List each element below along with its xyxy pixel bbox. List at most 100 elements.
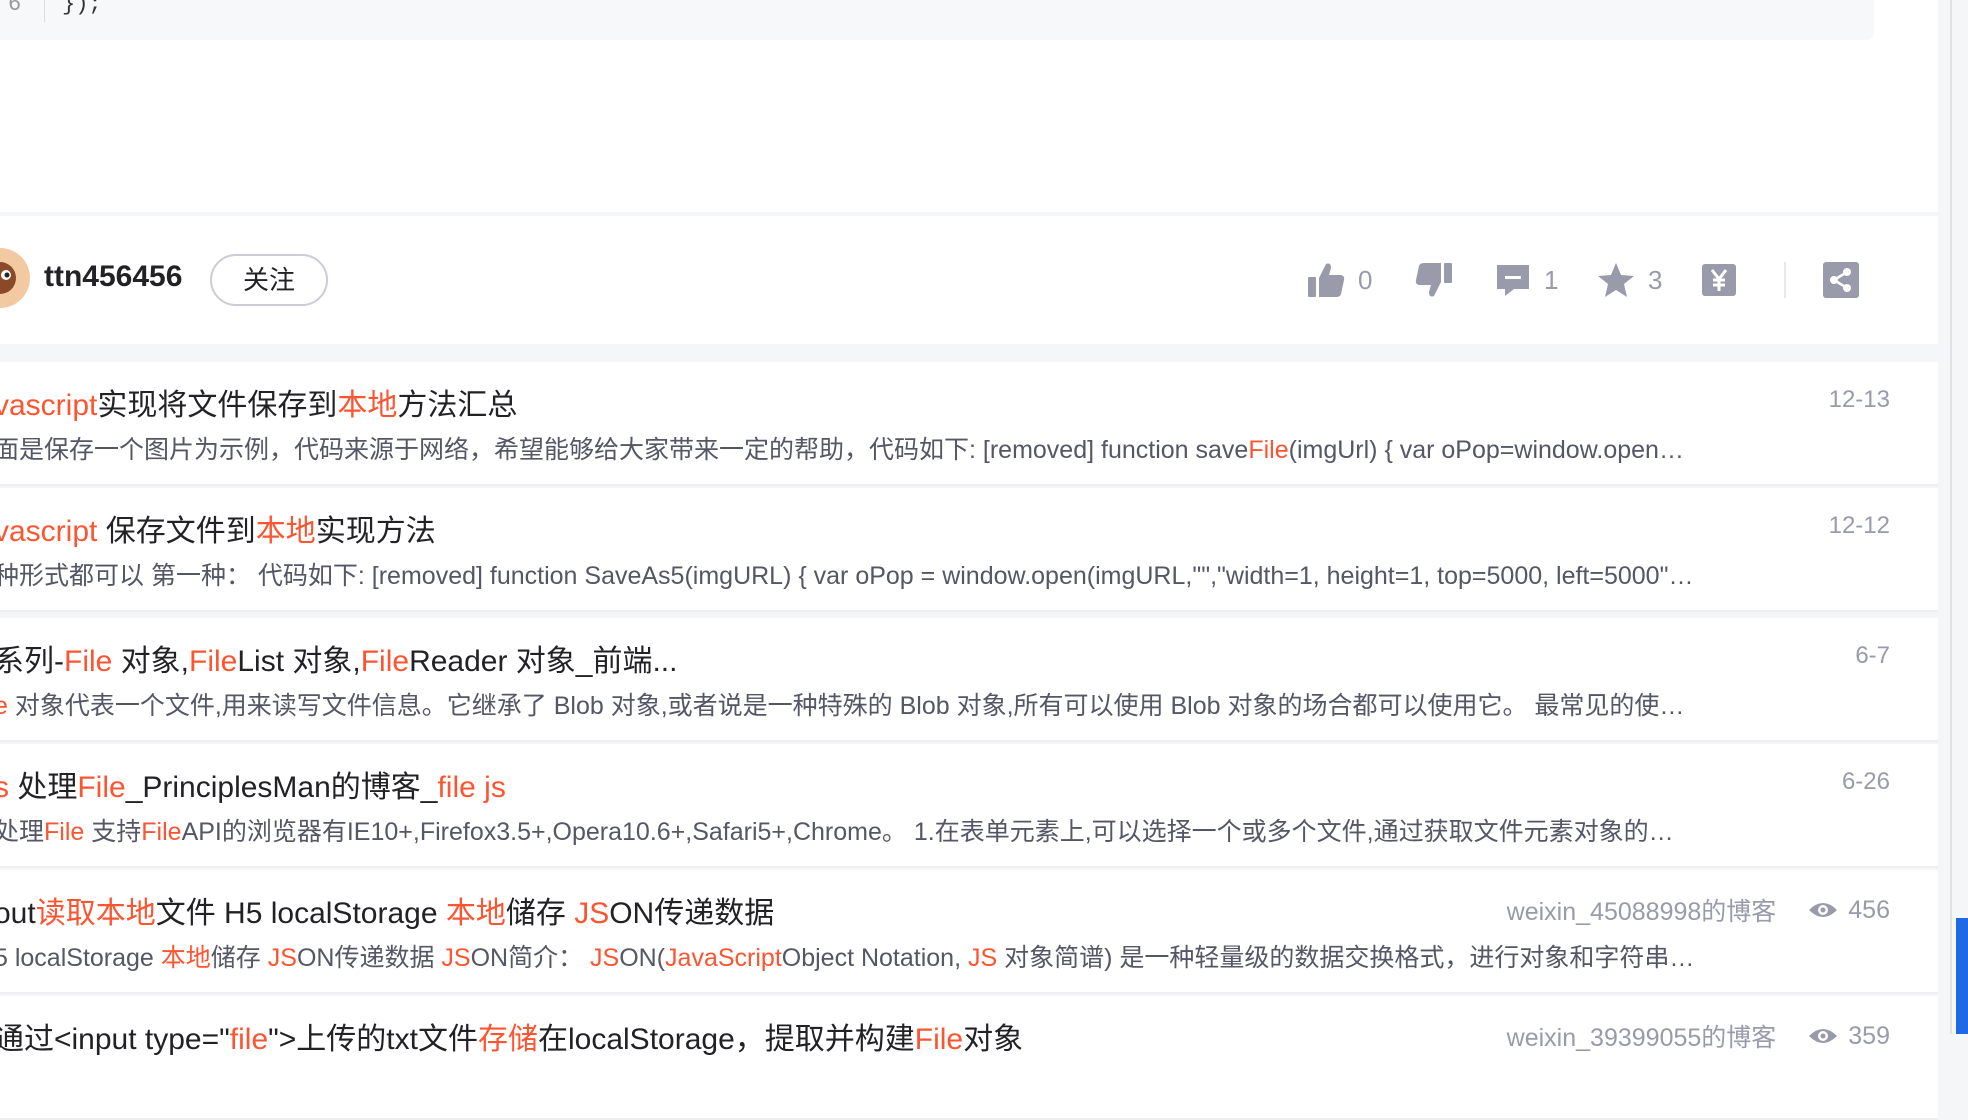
item-title-link[interactable]: vascript实现将文件保存到本地方法汇总	[0, 380, 517, 424]
text-segment: 对象,	[112, 645, 190, 678]
share-button[interactable]	[1822, 260, 1860, 300]
like-button[interactable]: 0	[1306, 260, 1372, 300]
list-item[interactable]: s 处理File_PrinciplesMan的博客_file js 处理File…	[0, 744, 1938, 868]
highlight-keyword: file js	[437, 771, 506, 804]
highlight-keyword: JS	[441, 944, 471, 972]
text-segment: ON简介：	[470, 944, 591, 972]
view-count: 359	[1848, 1021, 1890, 1050]
list-item[interactable]: vascript实现将文件保存到本地方法汇总面是保存一个图片为示例，代码来源于网…	[0, 362, 1938, 486]
view-count: 456	[1848, 895, 1890, 924]
highlight-keyword: File	[1248, 436, 1289, 464]
avatar-image	[0, 248, 30, 308]
item-source[interactable]: weixin_45088998的博客	[1507, 892, 1777, 928]
page: 6 }); ttn456456 关注 0 1 3 vascript实现将文件保存…	[0, 0, 1968, 1120]
highlight-keyword: File	[44, 818, 85, 846]
text-segment: 5 localStorage	[0, 944, 161, 972]
text-segment: 储存	[210, 944, 268, 972]
text-segment: 对象简谱) 是一种轻量级的数据交换格式，进行对象和字符串…	[997, 944, 1695, 972]
item-description[interactable]: 种形式都可以 第一种： 代码如下: [removed] function Sav…	[0, 556, 1890, 592]
highlight-keyword: 本地	[337, 389, 398, 422]
text-segment: 文件 H5 localStorage	[155, 897, 446, 930]
comment-button[interactable]: 1	[1494, 260, 1558, 300]
text-segment: ON传递数据	[296, 944, 442, 972]
item-description[interactable]: 面是保存一个图片为示例，代码来源于网络，希望能够给大家带来一定的帮助，代码如下:…	[0, 430, 1890, 466]
item-source[interactable]: weixin_39399055的博客	[1507, 1018, 1777, 1054]
code-line: });	[62, 0, 102, 17]
scrollbar-track[interactable]	[1944, 0, 1968, 1034]
star-icon	[1598, 263, 1634, 297]
comment-icon	[1497, 265, 1529, 296]
item-title-link[interactable]: out读取本地文件 H5 localStorage 本地储存 JSON传递数据	[0, 888, 774, 932]
item-date: 12-13	[1828, 386, 1890, 413]
collect-count: 3	[1648, 264, 1663, 295]
reward-button[interactable]	[1700, 260, 1738, 300]
highlight-keyword: file	[229, 1023, 269, 1056]
item-date: 6-7	[1855, 642, 1890, 669]
scrollbar-divider	[1950, 0, 1952, 1034]
share-icon	[1823, 262, 1859, 298]
item-title-link[interactable]: vascript 保存文件到本地实现方法	[0, 506, 436, 550]
text-segment: 保存文件到	[97, 515, 256, 548]
highlight-keyword: s	[0, 771, 9, 804]
comment-count: 1	[1544, 264, 1559, 295]
line-separator	[44, 0, 45, 22]
highlight-keyword: File	[189, 645, 238, 678]
text-segment: 对象	[963, 1023, 1024, 1056]
highlight-keyword: File	[64, 645, 113, 678]
item-title-link[interactable]: s 处理File_PrinciplesMan的博客_file js	[0, 762, 506, 806]
like-count: 0	[1358, 264, 1373, 295]
item-title-link[interactable]: 通过<input type="file">上传的txt文件存储在localSto…	[0, 1014, 1023, 1058]
avatar[interactable]	[0, 248, 30, 308]
highlight-keyword: 存储	[477, 1023, 538, 1056]
author-toolbar: ttn456456 关注 0 1 3	[0, 216, 1938, 344]
item-description[interactable]: 处理File 支持FileAPI的浏览器有IE10+,Firefox3.5+,O…	[0, 812, 1890, 848]
item-description[interactable]: e 对象代表一个文件,用来读写文件信息。它继承了 Blob 对象,或者说是一种特…	[0, 686, 1890, 722]
list-item[interactable]: 系列-File 对象,FileList 对象,FileReader 对象_前端.…	[0, 618, 1938, 742]
collect-button[interactable]: 3	[1596, 260, 1662, 300]
highlight-keyword: 本地	[160, 944, 211, 972]
follow-button[interactable]: 关注	[210, 254, 328, 306]
highlight-keyword: File	[141, 818, 182, 846]
item-date: 12-12	[1828, 512, 1890, 539]
text-segment: 处理	[0, 818, 45, 846]
side-tab[interactable]	[1956, 918, 1968, 1034]
text-segment: List 对象,	[237, 645, 361, 678]
highlight-keyword: JS	[590, 944, 620, 972]
text-segment: 处理	[9, 771, 78, 804]
list-item[interactable]: out读取本地文件 H5 localStorage 本地储存 JSON传递数据 5…	[0, 870, 1938, 994]
text-segment: 系列-	[0, 645, 64, 678]
thumbs-up-icon	[1308, 263, 1345, 297]
text-segment: ON(	[619, 944, 666, 972]
highlight-keyword: 本地	[255, 515, 316, 548]
text-segment: 对象代表一个文件,用来读写文件信息。它继承了 Blob 对象,或者说是一种特殊的…	[7, 692, 1685, 720]
text-segment: out	[0, 897, 36, 930]
recommend-list: vascript实现将文件保存到本地方法汇总面是保存一个图片为示例，代码来源于网…	[0, 362, 1938, 1120]
thumbs-down-icon	[1415, 263, 1452, 297]
highlight-keyword: File	[77, 771, 126, 804]
list-item[interactable]: vascript 保存文件到本地实现方法种形式都可以 第一种： 代码如下: [r…	[0, 488, 1938, 612]
code-section: 6 });	[0, 0, 1938, 212]
yuan-icon	[1702, 264, 1736, 296]
item-description[interactable]: 5 localStorage 本地储存 JSON传递数据 JSON简介： JSO…	[0, 938, 1890, 974]
text-segment: 通过<input type="	[0, 1023, 230, 1056]
item-meta: weixin_39399055的博客 359	[1507, 1018, 1890, 1054]
list-item[interactable]: 通过<input type="file">上传的txt文件存储在localSto…	[0, 996, 1938, 1120]
toolbar-divider	[1784, 262, 1786, 298]
text-segment: (imgUrl) { var oPop=window.open…	[1288, 436, 1684, 464]
item-title-link[interactable]: 系列-File 对象,FileList 对象,FileReader 对象_前端.…	[0, 636, 677, 680]
text-segment: 种形式都可以 第一种： 代码如下: [removed] function Sav…	[0, 562, 1694, 590]
text-segment: 储存	[505, 897, 575, 930]
text-segment: 支持	[84, 818, 142, 846]
dislike-button[interactable]	[1414, 260, 1454, 300]
eye-icon	[1809, 1029, 1838, 1043]
highlight-keyword: JS	[267, 944, 297, 972]
text-segment: 方法汇总	[397, 389, 518, 422]
text-segment: API的浏览器有IE10+,Firefox3.5+,Opera10.6+,Saf…	[181, 818, 1674, 846]
highlight-keyword: 本地	[445, 897, 506, 930]
line-number: 6	[8, 0, 22, 17]
text-segment: 面是保存一个图片为示例，代码来源于网络，希望能够给大家带来一定的帮助，代码如下:…	[0, 436, 1249, 464]
text-segment: 实现方法	[315, 515, 436, 548]
text-segment: 在localStorage，提取并构建	[537, 1023, 915, 1056]
text-segment: _PrinciplesMan的博客_	[125, 771, 438, 804]
author-name[interactable]: ttn456456	[44, 260, 182, 294]
